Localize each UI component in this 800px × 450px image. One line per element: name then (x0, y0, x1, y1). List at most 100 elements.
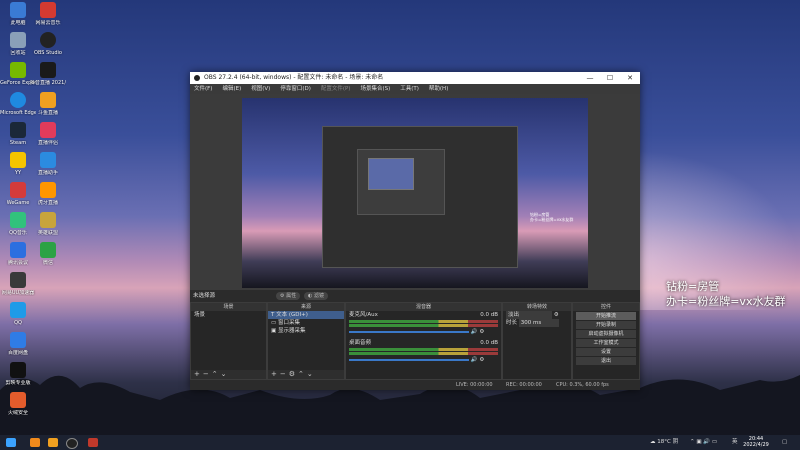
source-item-window[interactable]: ▭ 窗口采集 (268, 319, 344, 327)
scene-item[interactable]: 场景 (191, 311, 266, 319)
cpu-fps-readout: CPU: 0.3%, 60.00 fps (556, 382, 609, 388)
desktop-icon-wechat[interactable]: 微信 (30, 242, 66, 266)
properties-button[interactable]: ⚙ 属性 (276, 292, 301, 300)
desktop-level-meter-2 (349, 352, 498, 355)
desktop-icon-obs[interactable]: OBS Studio (30, 32, 66, 56)
start-recording-button[interactable]: 开始录制 (576, 321, 636, 329)
desktop-icon-huorong[interactable]: 火绒安全 (0, 392, 36, 416)
menu-view[interactable]: 视图(V) (251, 86, 270, 92)
minimize-button[interactable]: — (580, 72, 600, 84)
exit-button[interactable]: 退出 (576, 357, 636, 365)
menu-bar: 文件(F) 编辑(E) 视图(V) 停靠窗口(D) 配置文件(P) 场景集合(S) 工具(T… (190, 84, 640, 94)
transitions-dock-title: 转场特效 (503, 303, 571, 311)
source-settings-icon[interactable]: ⚙ (289, 370, 295, 378)
start-menu-icon[interactable] (6, 438, 16, 447)
nested-obs-capture-inner (357, 149, 445, 215)
speaker-icon[interactable]: 🔊 (471, 357, 478, 363)
ime-indicator[interactable]: 英 (732, 435, 738, 450)
mixer-dock: 混音器 麦克风/Aux 0.0 dB 🔊 ⚙ 桌面音频 0.0 dB 🔊 ⚙ (345, 302, 502, 380)
desktop-icon-huya[interactable]: 虎牙直播 (30, 182, 66, 206)
transition-settings-icon[interactable]: ⚙ (554, 312, 559, 318)
mixer-settings-icon[interactable]: ⚙ (479, 329, 484, 335)
move-down-icon[interactable]: ⌄ (307, 370, 313, 378)
add-source-icon[interactable]: + (271, 370, 277, 378)
preview-area[interactable]: 钻粉=房管 办卡=粉丝牌=vx水友群 (190, 94, 640, 290)
menu-help[interactable]: 帮助(H) (429, 86, 448, 92)
docks-panel: 场景 场景 + − ⌃ ⌄ 来源 T 文本 (GDI+) ▭ 窗口采集 ▣ 显示器采集… (190, 302, 640, 380)
start-streaming-button[interactable]: 开始推流 (576, 312, 636, 320)
speaker-icon[interactable]: 🔊 (471, 329, 478, 335)
add-scene-icon[interactable]: + (194, 370, 200, 378)
taskbar-app-obs-icon[interactable] (66, 438, 78, 449)
mic-level-meter (349, 320, 498, 323)
weather-widget[interactable]: ☁ 18°C 阴 (650, 435, 678, 450)
taskbar: ☁ 18°C 阴 ⌃ ▣ 🔊 ▭ 英 20:44 2022/4/29 ▢ (0, 435, 800, 450)
live-assistant-icon (40, 152, 56, 168)
nvidia-icon (10, 62, 26, 78)
wegame-icon (10, 182, 26, 198)
studio-mode-button[interactable]: 工作室模式 (576, 339, 636, 347)
desktop-icon-uu[interactable]: 网易UU加速器 (0, 272, 36, 296)
window-icon: ▭ (271, 320, 278, 326)
menu-profile[interactable]: 配置文件(P) (321, 86, 351, 92)
move-up-icon[interactable]: ⌃ (212, 370, 218, 378)
controls-dock: 控件 开始推流 开始录制 启动虚拟摄像机 工作室模式 设置 退出 (572, 302, 640, 380)
desktop-icon-live-companion[interactable]: 直播伴侣 (30, 122, 66, 146)
move-down-icon[interactable]: ⌄ (221, 370, 227, 378)
desktop-volume-slider[interactable]: 🔊 ⚙ (346, 356, 501, 364)
mic-volume-slider[interactable]: 🔊 ⚙ (346, 328, 501, 336)
desktop-icon-qq[interactable]: QQ (0, 302, 36, 326)
rec-indicator: REC: 00:00:00 (506, 382, 542, 388)
notification-icon[interactable]: ▢ (782, 435, 787, 450)
start-virtual-camera-button[interactable]: 启动虚拟摄像机 (576, 330, 636, 338)
menu-file[interactable]: 文件(F) (194, 86, 212, 92)
taskbar-app-douyu-icon[interactable] (30, 438, 40, 447)
desktop-icon-netease-music[interactable]: 网易云音乐 (30, 2, 66, 26)
taskbar-app-huya-icon[interactable] (48, 438, 58, 447)
recycle-bin-icon (10, 32, 26, 48)
tray-icons[interactable]: ⌃ ▣ 🔊 ▭ (690, 435, 717, 450)
settings-button[interactable]: 设置 (576, 348, 636, 356)
mixer-channel-mic: 麦克风/Aux 0.0 dB (349, 312, 498, 318)
remove-source-icon[interactable]: − (280, 370, 286, 378)
desktop-icon-jianying[interactable]: 剪映专业版 (0, 362, 36, 386)
transitions-dock: 转场特效 淡出 ⚙ 时长 300 ms (502, 302, 572, 380)
sources-dock-toolbar: + − ⚙ ⌃ ⌄ (268, 370, 344, 379)
scenes-dock-title: 场景 (191, 303, 266, 311)
close-button[interactable]: ✕ (620, 72, 640, 84)
live-indicator: LIVE: 00:00:00 (456, 382, 493, 388)
obs-window: OBS 27.2.4 (64-bit, windows) - 配置文件: 未命名… (190, 72, 640, 390)
obs-icon (40, 32, 56, 48)
desktop-icon-baidu-pan[interactable]: 百度网盘 (0, 332, 36, 356)
yy-icon (10, 152, 26, 168)
filters-button[interactable]: ◐ 滤镜 (304, 292, 328, 300)
mixer-dock-title: 混音器 (346, 303, 501, 311)
video-editor-icon (10, 362, 26, 378)
qq-icon (10, 302, 26, 318)
lol-icon (40, 212, 56, 228)
desktop-level-meter (349, 348, 498, 351)
move-up-icon[interactable]: ⌃ (298, 370, 304, 378)
menu-docks[interactable]: 停靠窗口(D) (280, 86, 311, 92)
source-item-text[interactable]: T 文本 (GDI+) (268, 311, 344, 319)
menu-scene-collection[interactable]: 场景集合(S) (360, 86, 390, 92)
obs-titlebar[interactable]: OBS 27.2.4 (64-bit, windows) - 配置文件: 未命名… (190, 72, 640, 84)
desktop-icon-douyin-live[interactable]: 抖音直播 2021/4/22 (30, 62, 66, 86)
security-icon (10, 392, 26, 408)
taskbar-clock[interactable]: 20:44 2022/4/29 (740, 436, 772, 448)
remove-scene-icon[interactable]: − (203, 370, 209, 378)
transition-type-select[interactable]: 淡出 ⚙ (503, 311, 571, 319)
mixer-settings-icon[interactable]: ⚙ (479, 357, 484, 363)
duration-input[interactable]: 300 ms (518, 319, 559, 327)
wechat-icon (40, 242, 56, 258)
source-item-display[interactable]: ▣ 显示器采集 (268, 327, 344, 335)
desktop-icon-lol[interactable]: 英雄联盟 (30, 212, 66, 236)
desktop-icon-douyu[interactable]: 斗鱼直播 (30, 92, 66, 116)
douyu-icon (40, 92, 56, 108)
maximize-button[interactable]: ☐ (600, 72, 620, 84)
overlay-text-line1: 钻粉=房管 (666, 280, 720, 293)
taskbar-app-live-icon[interactable] (88, 438, 98, 447)
desktop-icon-live-assistant[interactable]: 直播助手 (30, 152, 66, 176)
menu-tools[interactable]: 工具(T) (400, 86, 419, 92)
menu-edit[interactable]: 编辑(E) (222, 86, 241, 92)
